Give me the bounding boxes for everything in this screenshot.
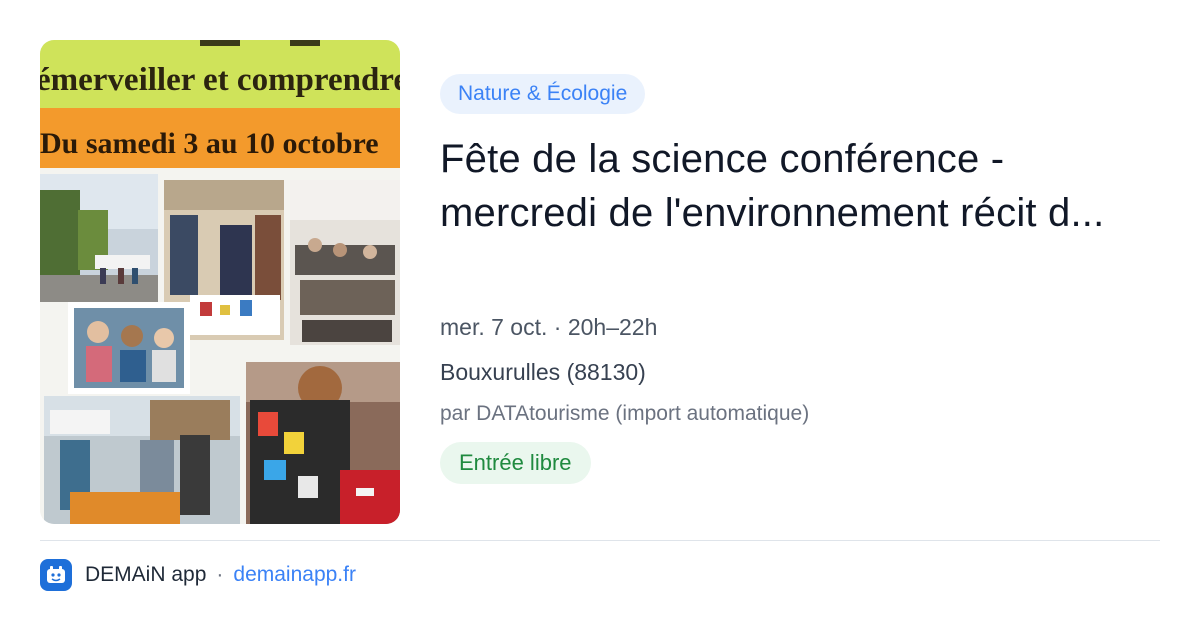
domain-link[interactable]: demainapp.fr: [233, 563, 356, 587]
event-title[interactable]: Fête de la science conférence - mercredi…: [440, 132, 1130, 294]
poster-photo-kids: [68, 302, 190, 394]
poster-photo-workshop: [246, 362, 400, 524]
poster-headline: émerveiller et comprendre: [40, 62, 400, 98]
event-location: Bouxurulles (88130): [440, 359, 646, 385]
event-card[interactable]: émerveiller et comprendre Du samedi 3 au…: [40, 40, 1160, 524]
event-datetime: mer. 7 oct. · 20h–22h: [440, 314, 658, 340]
poster-dates: Du samedi 3 au 10 octobre: [40, 127, 379, 160]
footer-separator: ·: [216, 563, 224, 586]
poster-photo-audience: [290, 180, 400, 345]
footer-divider: [40, 540, 1160, 541]
event-organizer: par DATAtourisme (import automatique): [440, 402, 810, 425]
footer: DEMAiN app · demainapp.fr: [40, 558, 356, 592]
poster-photo-market: [40, 174, 158, 302]
price-chip: Entrée libre: [440, 442, 591, 484]
event-details: Nature & Écologie Fête de la science con…: [440, 74, 1140, 484]
app-name: DEMAiN app: [85, 563, 207, 586]
demain-app-icon: [40, 559, 72, 591]
event-poster-image[interactable]: émerveiller et comprendre Du samedi 3 au…: [40, 40, 400, 524]
poster-photo-crowd: [44, 396, 240, 524]
category-chip[interactable]: Nature & Écologie: [440, 74, 646, 114]
